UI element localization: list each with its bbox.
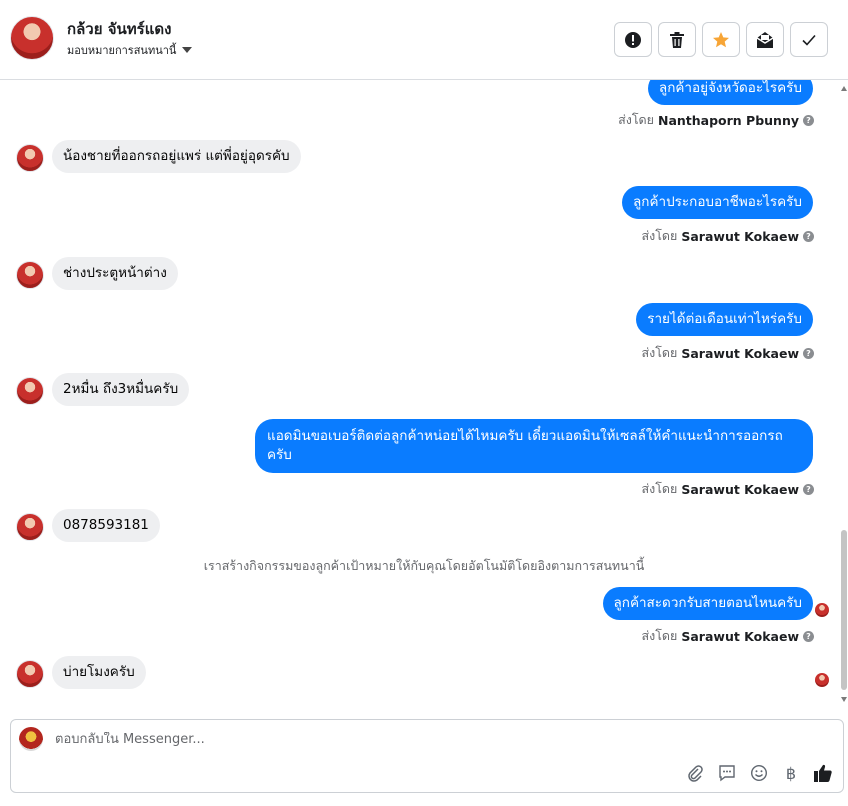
reply-composer: ฿ [10, 719, 844, 793]
delete-button[interactable] [658, 22, 696, 57]
sender-name[interactable]: Sarawut Kokaew [681, 482, 799, 497]
scroll-up-arrow-icon[interactable] [841, 86, 847, 91]
saved-replies-button[interactable] [717, 763, 737, 783]
message-text: แอดมินขอเบอร์ติดต่อลูกค้าหน่อยได้ไหมครับ… [267, 428, 783, 463]
info-icon[interactable]: ? [803, 230, 814, 242]
thumbs-up-icon [814, 764, 832, 782]
contact-avatar-small[interactable] [16, 660, 44, 688]
message-text: ลูกค้าประกอบอาชีพอะไรครับ [633, 194, 802, 210]
message-incoming[interactable]: ช่างประตูหน้าต่าง [52, 257, 178, 290]
message-outgoing[interactable]: แอดมินขอเบอร์ติดต่อลูกค้าหน่อยได้ไหมครับ… [255, 419, 813, 473]
info-icon[interactable]: ? [803, 114, 814, 126]
sender-name[interactable]: Sarawut Kokaew [681, 229, 799, 244]
thumbs-up-button[interactable] [813, 763, 833, 783]
inbox-conversation-view: กล้วย จันทร์แดง มอบหมายการสนทนานี้ ลูกค้… [0, 0, 848, 806]
read-receipt-avatar [815, 603, 829, 617]
star-icon [713, 31, 729, 47]
sent-by-info: ส่งโดย Sarawut Kokaew ? [641, 343, 814, 363]
message-text: รายได้ต่อเดือนเท่าไหร่ครับ [647, 311, 802, 327]
info-icon[interactable]: ? [803, 630, 814, 642]
reply-input[interactable] [55, 732, 755, 747]
message-incoming[interactable]: 0878593181 [52, 509, 160, 542]
sent-by-info: ส่งโดย Nanthaporn Pbunny ? [618, 110, 814, 130]
message-text: ลูกค้าอยู่จังหวัดอะไรครับ [658, 80, 802, 96]
report-spam-button[interactable] [614, 22, 652, 57]
message-text: ลูกค้าสะดวกรับสายตอนไหนครับ [613, 595, 803, 611]
message-outgoing[interactable]: ลูกค้าประกอบอาชีพอะไรครับ [622, 186, 813, 219]
message-outgoing[interactable]: ลูกค้าอยู่จังหวัดอะไรครับ [647, 80, 813, 105]
assign-conversation-dropdown[interactable]: มอบหมายการสนทนานี้ [67, 41, 193, 59]
info-icon[interactable]: ? [803, 483, 814, 495]
message-text: 0878593181 [63, 517, 149, 533]
attach-file-button[interactable] [685, 763, 705, 783]
saved-reply-icon [719, 765, 735, 782]
sent-by-info: ส่งโดย Sarawut Kokaew ? [641, 226, 814, 246]
thread-scrollbar[interactable] [840, 80, 848, 708]
message-thread[interactable]: ลูกค้าอยู่จังหวัดอะไรครับ ส่งโดย Nanthap… [0, 80, 848, 708]
assign-label: มอบหมายการสนทนานี้ [67, 44, 177, 57]
contact-avatar-small[interactable] [16, 261, 44, 289]
message-text: บ่ายโมงครับ [63, 664, 135, 680]
message-incoming[interactable]: 2หมื่น ถึง3หมื่นครับ [52, 373, 190, 406]
star-conversation-button[interactable] [702, 22, 740, 57]
contact-name[interactable]: กล้วย จันทร์แดง [67, 17, 171, 41]
sender-name[interactable]: Sarawut Kokaew [681, 629, 799, 644]
message-text: 2หมื่น ถึง3หมื่นครับ [63, 381, 179, 397]
scroll-down-arrow-icon[interactable] [841, 697, 847, 702]
message-incoming[interactable]: น้องชายที่ออกรถอยู่แพร่ แต่พี่อยู่อุดรคั… [52, 140, 301, 173]
report-icon [625, 31, 641, 48]
attachment-icon [688, 765, 703, 782]
info-icon[interactable]: ? [803, 347, 814, 359]
scrollbar-thumb[interactable] [841, 530, 847, 690]
conversation-actions [614, 22, 828, 57]
message-text: ช่างประตูหน้าต่าง [63, 265, 167, 281]
baht-icon: ฿ [785, 763, 797, 783]
message-incoming[interactable]: บ่ายโมงครับ [52, 656, 146, 689]
mark-unread-icon [756, 31, 774, 48]
system-notice: เราสร้างกิจกรรมของลูกค้าเป้าหมายให้กับคุ… [203, 558, 645, 573]
chevron-down-icon [182, 47, 193, 53]
message-outgoing[interactable]: รายได้ต่อเดือนเท่าไหร่ครับ [636, 303, 813, 336]
read-receipt-avatar [815, 673, 829, 687]
composer-toolbar: ฿ [685, 763, 833, 783]
message-outgoing[interactable]: ลูกค้าสะดวกรับสายตอนไหนครับ [602, 587, 813, 620]
emoji-icon [750, 764, 768, 782]
message-text: น้องชายที่ออกรถอยู่แพร่ แต่พี่อยู่อุดรคั… [63, 148, 290, 164]
contact-avatar[interactable] [10, 16, 54, 60]
emoji-button[interactable] [749, 763, 769, 783]
contact-avatar-small[interactable] [16, 377, 44, 405]
page-avatar [19, 727, 43, 751]
mark-unread-button[interactable] [746, 22, 784, 57]
contact-avatar-small[interactable] [16, 513, 44, 541]
trash-icon [670, 31, 684, 48]
sent-by-info: ส่งโดย Sarawut Kokaew ? [641, 626, 814, 646]
contact-avatar-small[interactable] [16, 144, 44, 172]
sent-by-info: ส่งโดย Sarawut Kokaew ? [641, 479, 814, 499]
mark-done-button[interactable] [790, 22, 828, 57]
sender-name[interactable]: Nanthaporn Pbunny [658, 113, 799, 128]
payment-button[interactable]: ฿ [781, 763, 801, 783]
check-icon [802, 34, 816, 46]
conversation-header: กล้วย จันทร์แดง มอบหมายการสนทนานี้ [0, 0, 848, 80]
sender-name[interactable]: Sarawut Kokaew [681, 346, 799, 361]
